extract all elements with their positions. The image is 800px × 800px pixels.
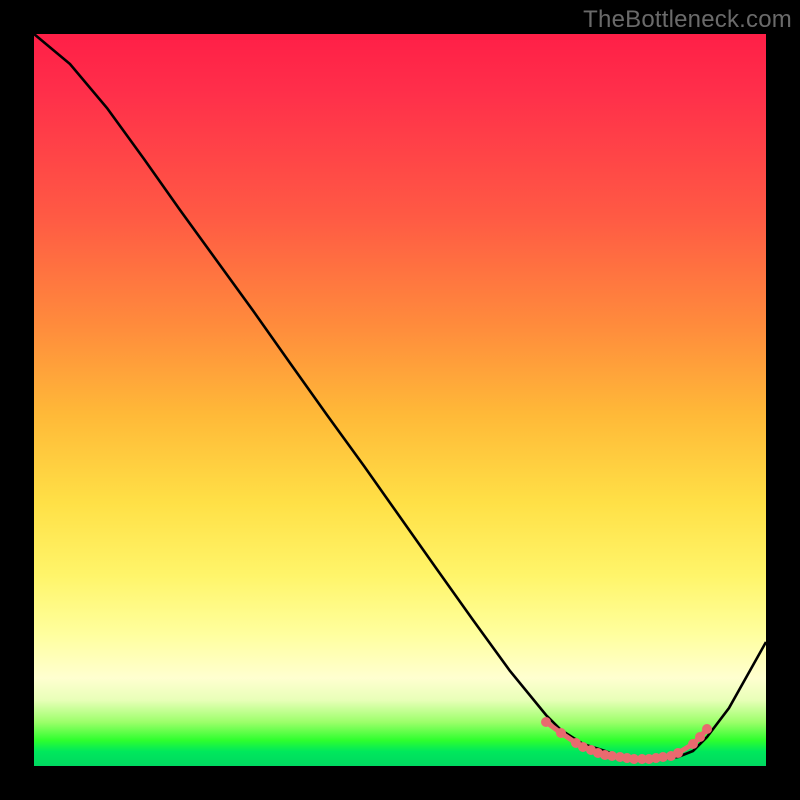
chart-frame: TheBottleneck.com bbox=[0, 0, 800, 800]
curve-line bbox=[34, 34, 766, 759]
plot-area bbox=[34, 34, 766, 766]
marker-dots bbox=[541, 717, 712, 764]
watermark-text: TheBottleneck.com bbox=[583, 6, 792, 34]
chart-svg bbox=[34, 34, 766, 766]
